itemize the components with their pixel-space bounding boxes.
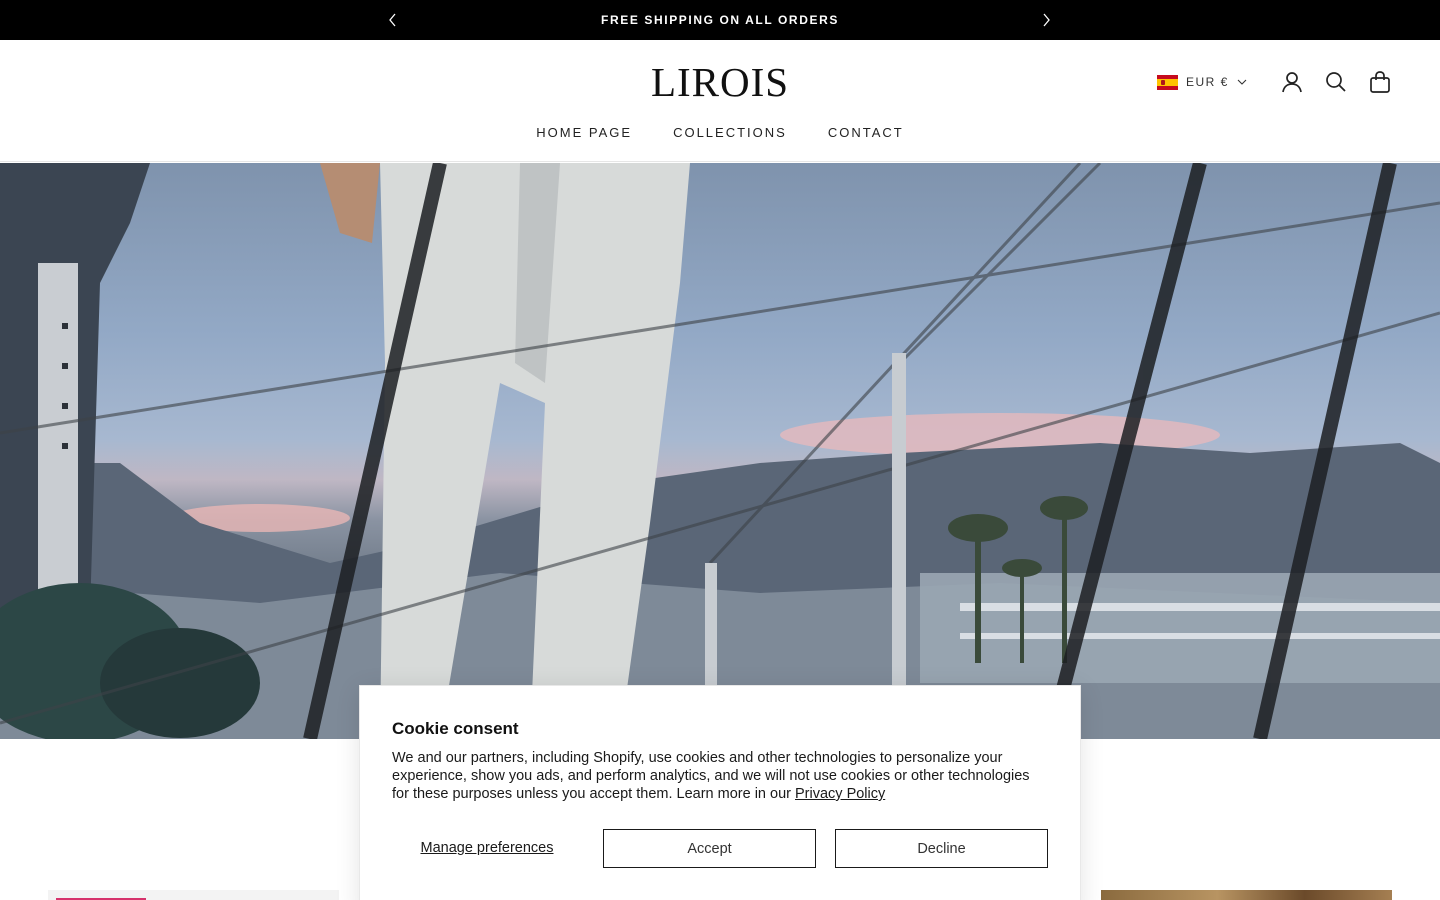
cookie-body-text: We and our partners, including Shopify, … (392, 750, 1030, 802)
cart-button[interactable] (1368, 70, 1392, 94)
announcement-bar: FREE SHIPPING ON ALL ORDERS (0, 0, 1440, 40)
accept-button[interactable]: Accept (603, 829, 816, 868)
cart-icon (1370, 71, 1390, 93)
hero-scene (0, 163, 1440, 739)
nav-item-collections[interactable]: COLLECTIONS (673, 125, 787, 141)
account-button[interactable] (1280, 70, 1304, 94)
announcement-next-button[interactable] (1036, 10, 1056, 30)
announcement-text: FREE SHIPPING ON ALL ORDERS (601, 13, 839, 27)
decline-button[interactable]: Decline (835, 829, 1048, 868)
cookie-description: We and our partners, including Shopify, … (392, 749, 1048, 803)
privacy-policy-link[interactable]: Privacy Policy (795, 786, 885, 802)
site-header: LIROIS EUR € HOME PAGE COLLECTIONS CONTA… (0, 40, 1440, 162)
currency-label: EUR € (1186, 75, 1229, 89)
account-icon (1282, 72, 1302, 93)
search-button[interactable] (1324, 70, 1348, 94)
nav-item-home-page[interactable]: HOME PAGE (536, 125, 632, 141)
product-card-peek-left[interactable] (48, 890, 339, 900)
chevron-down-icon (1237, 79, 1247, 85)
spain-flag-icon (1157, 74, 1178, 90)
nav-item-contact[interactable]: CONTACT (828, 125, 904, 141)
manage-preferences-link[interactable]: Manage preferences (392, 829, 582, 867)
currency-selector[interactable]: EUR € (1157, 72, 1247, 92)
product-card-peek-right[interactable] (1101, 890, 1392, 900)
search-icon (1326, 72, 1346, 92)
cookie-consent-banner: Cookie consent We and our partners, incl… (360, 686, 1080, 900)
chevron-right-icon (1043, 13, 1050, 27)
main-navigation: HOME PAGE COLLECTIONS CONTACT (0, 125, 1440, 141)
hero-video (0, 163, 1440, 739)
cookie-title: Cookie consent (392, 719, 519, 738)
